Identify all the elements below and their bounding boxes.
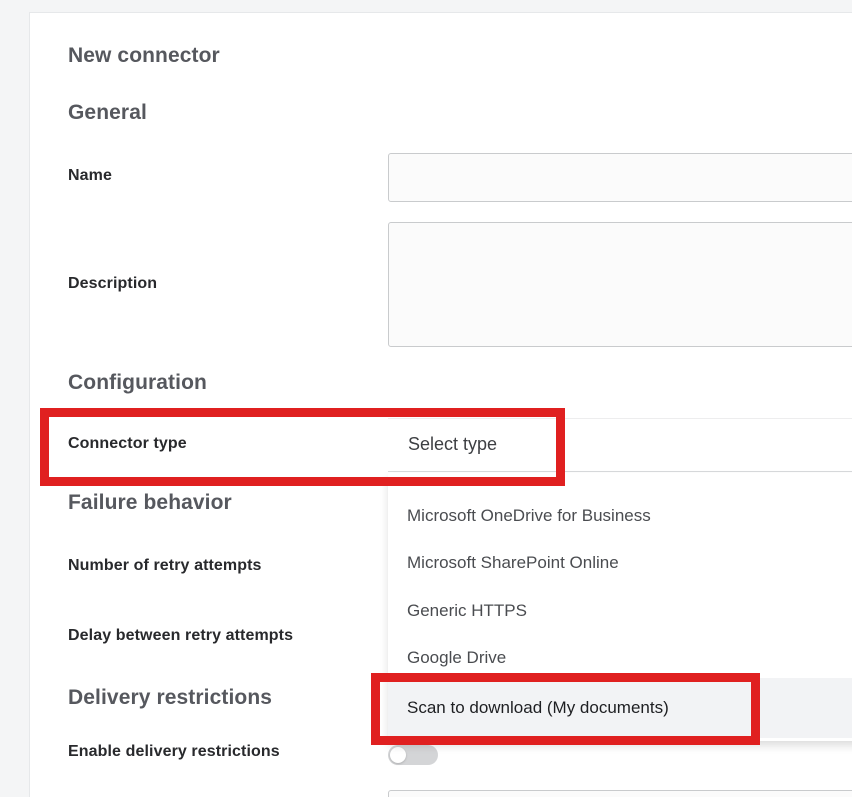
enable-delivery-restrictions-label: Enable delivery restrictions: [68, 743, 280, 761]
section-heading-general: General: [68, 101, 147, 125]
section-heading-delivery-restrictions: Delivery restrictions: [68, 686, 272, 710]
bottom-partial-input[interactable]: [388, 790, 852, 797]
option-google-drive[interactable]: Google Drive: [388, 634, 852, 682]
name-label: Name: [68, 167, 112, 185]
option-microsoft-sharepoint[interactable]: Microsoft SharePoint Online: [388, 539, 852, 587]
option-microsoft-onedrive[interactable]: Microsoft OneDrive for Business: [388, 492, 852, 540]
new-connector-page: New connector General Name Description C…: [0, 0, 852, 797]
connector-type-select[interactable]: Select type: [388, 418, 852, 472]
section-heading-configuration: Configuration: [68, 371, 207, 395]
page-title: New connector: [68, 44, 220, 68]
description-input[interactable]: [388, 222, 852, 347]
connector-type-label: Connector type: [68, 435, 187, 453]
retry-delay-label: Delay between retry attempts: [68, 627, 293, 645]
connector-type-dropdown-menu: Microsoft OneDrive for Business Microsof…: [388, 473, 852, 741]
enable-delivery-restrictions-toggle[interactable]: [388, 745, 438, 765]
toggle-knob: [390, 747, 406, 763]
retry-attempts-label: Number of retry attempts: [68, 557, 262, 575]
name-input[interactable]: [388, 153, 852, 202]
description-label: Description: [68, 275, 157, 293]
option-scan-to-download[interactable]: Scan to download (My documents): [388, 678, 852, 738]
option-generic-https[interactable]: Generic HTTPS: [388, 587, 852, 635]
connector-type-selected-value: Select type: [408, 434, 497, 455]
section-heading-failure-behavior: Failure behavior: [68, 491, 232, 515]
